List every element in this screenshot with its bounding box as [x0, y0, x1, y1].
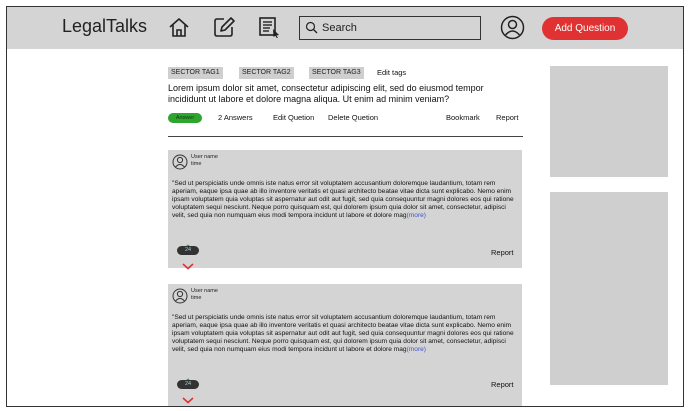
- divider: [168, 136, 523, 137]
- chevron-down-icon[interactable]: [181, 391, 195, 406]
- report-link[interactable]: Report: [491, 248, 514, 257]
- answer-card: User name time "Sed ut perspiciatis unde…: [168, 150, 522, 270]
- more-link[interactable]: (more): [407, 212, 426, 219]
- app-frame: LegalTalks Search Add Question SECTOR TA…: [6, 6, 684, 407]
- vote-count: 24: [177, 246, 199, 255]
- answer-time: time: [191, 295, 202, 301]
- chevron-down-icon[interactable]: [181, 257, 195, 275]
- top-bar: LegalTalks Search Add Question: [7, 7, 683, 49]
- answer-body: "Sed ut perspiciatis unde omnis iste nat…: [172, 180, 514, 219]
- edit-icon[interactable]: [213, 16, 235, 43]
- answer-body: "Sed ut perspiciatis unde omnis iste nat…: [172, 314, 514, 353]
- vote-count: 24: [177, 380, 199, 389]
- delete-question-link[interactable]: Delete Quetion: [328, 113, 378, 122]
- search-input[interactable]: Search: [299, 16, 481, 40]
- edit-question-link[interactable]: Edit Quetion: [273, 113, 314, 122]
- answer-card: User name time "Sed ut perspiciatis unde…: [168, 284, 522, 406]
- user-name[interactable]: User name: [191, 154, 218, 161]
- news-icon[interactable]: [258, 16, 280, 43]
- user-name[interactable]: User name: [191, 288, 218, 295]
- home-icon[interactable]: [168, 16, 190, 43]
- tag-chip[interactable]: SECTOR TAG3: [309, 67, 364, 79]
- edit-tags-link[interactable]: Edit tags: [377, 68, 406, 77]
- add-question-button[interactable]: Add Question: [542, 17, 628, 40]
- user-avatar-icon[interactable]: [172, 288, 188, 309]
- answer-text: "Sed ut perspiciatis unde omnis iste nat…: [172, 180, 520, 220]
- answer-button[interactable]: Answer: [168, 113, 202, 123]
- answers-count[interactable]: 2 Answers: [218, 113, 253, 122]
- report-link[interactable]: Report: [491, 380, 514, 389]
- bookmark-link[interactable]: Bookmark: [446, 113, 480, 122]
- search-placeholder: Search: [322, 22, 357, 34]
- sidebar-panel: [550, 192, 668, 385]
- report-link[interactable]: Report: [496, 113, 519, 122]
- sidebar-panel: [550, 66, 668, 177]
- tag-chip[interactable]: SECTOR TAG1: [168, 67, 223, 79]
- question-title: Lorem ipsum dolor sit amet, consectetur …: [168, 83, 484, 104]
- search-icon: [305, 21, 318, 39]
- question-actions: Answer 2 Answers Edit Quetion Delete Que…: [168, 111, 520, 125]
- brand-logo[interactable]: LegalTalks: [62, 16, 147, 37]
- more-link[interactable]: (more): [407, 346, 426, 353]
- profile-icon[interactable]: [500, 15, 525, 45]
- answer-text: "Sed ut perspiciatis unde omnis iste nat…: [172, 314, 520, 354]
- user-avatar-icon[interactable]: [172, 154, 188, 175]
- answer-time: time: [191, 161, 202, 167]
- tag-chip[interactable]: SECTOR TAG2: [239, 67, 294, 79]
